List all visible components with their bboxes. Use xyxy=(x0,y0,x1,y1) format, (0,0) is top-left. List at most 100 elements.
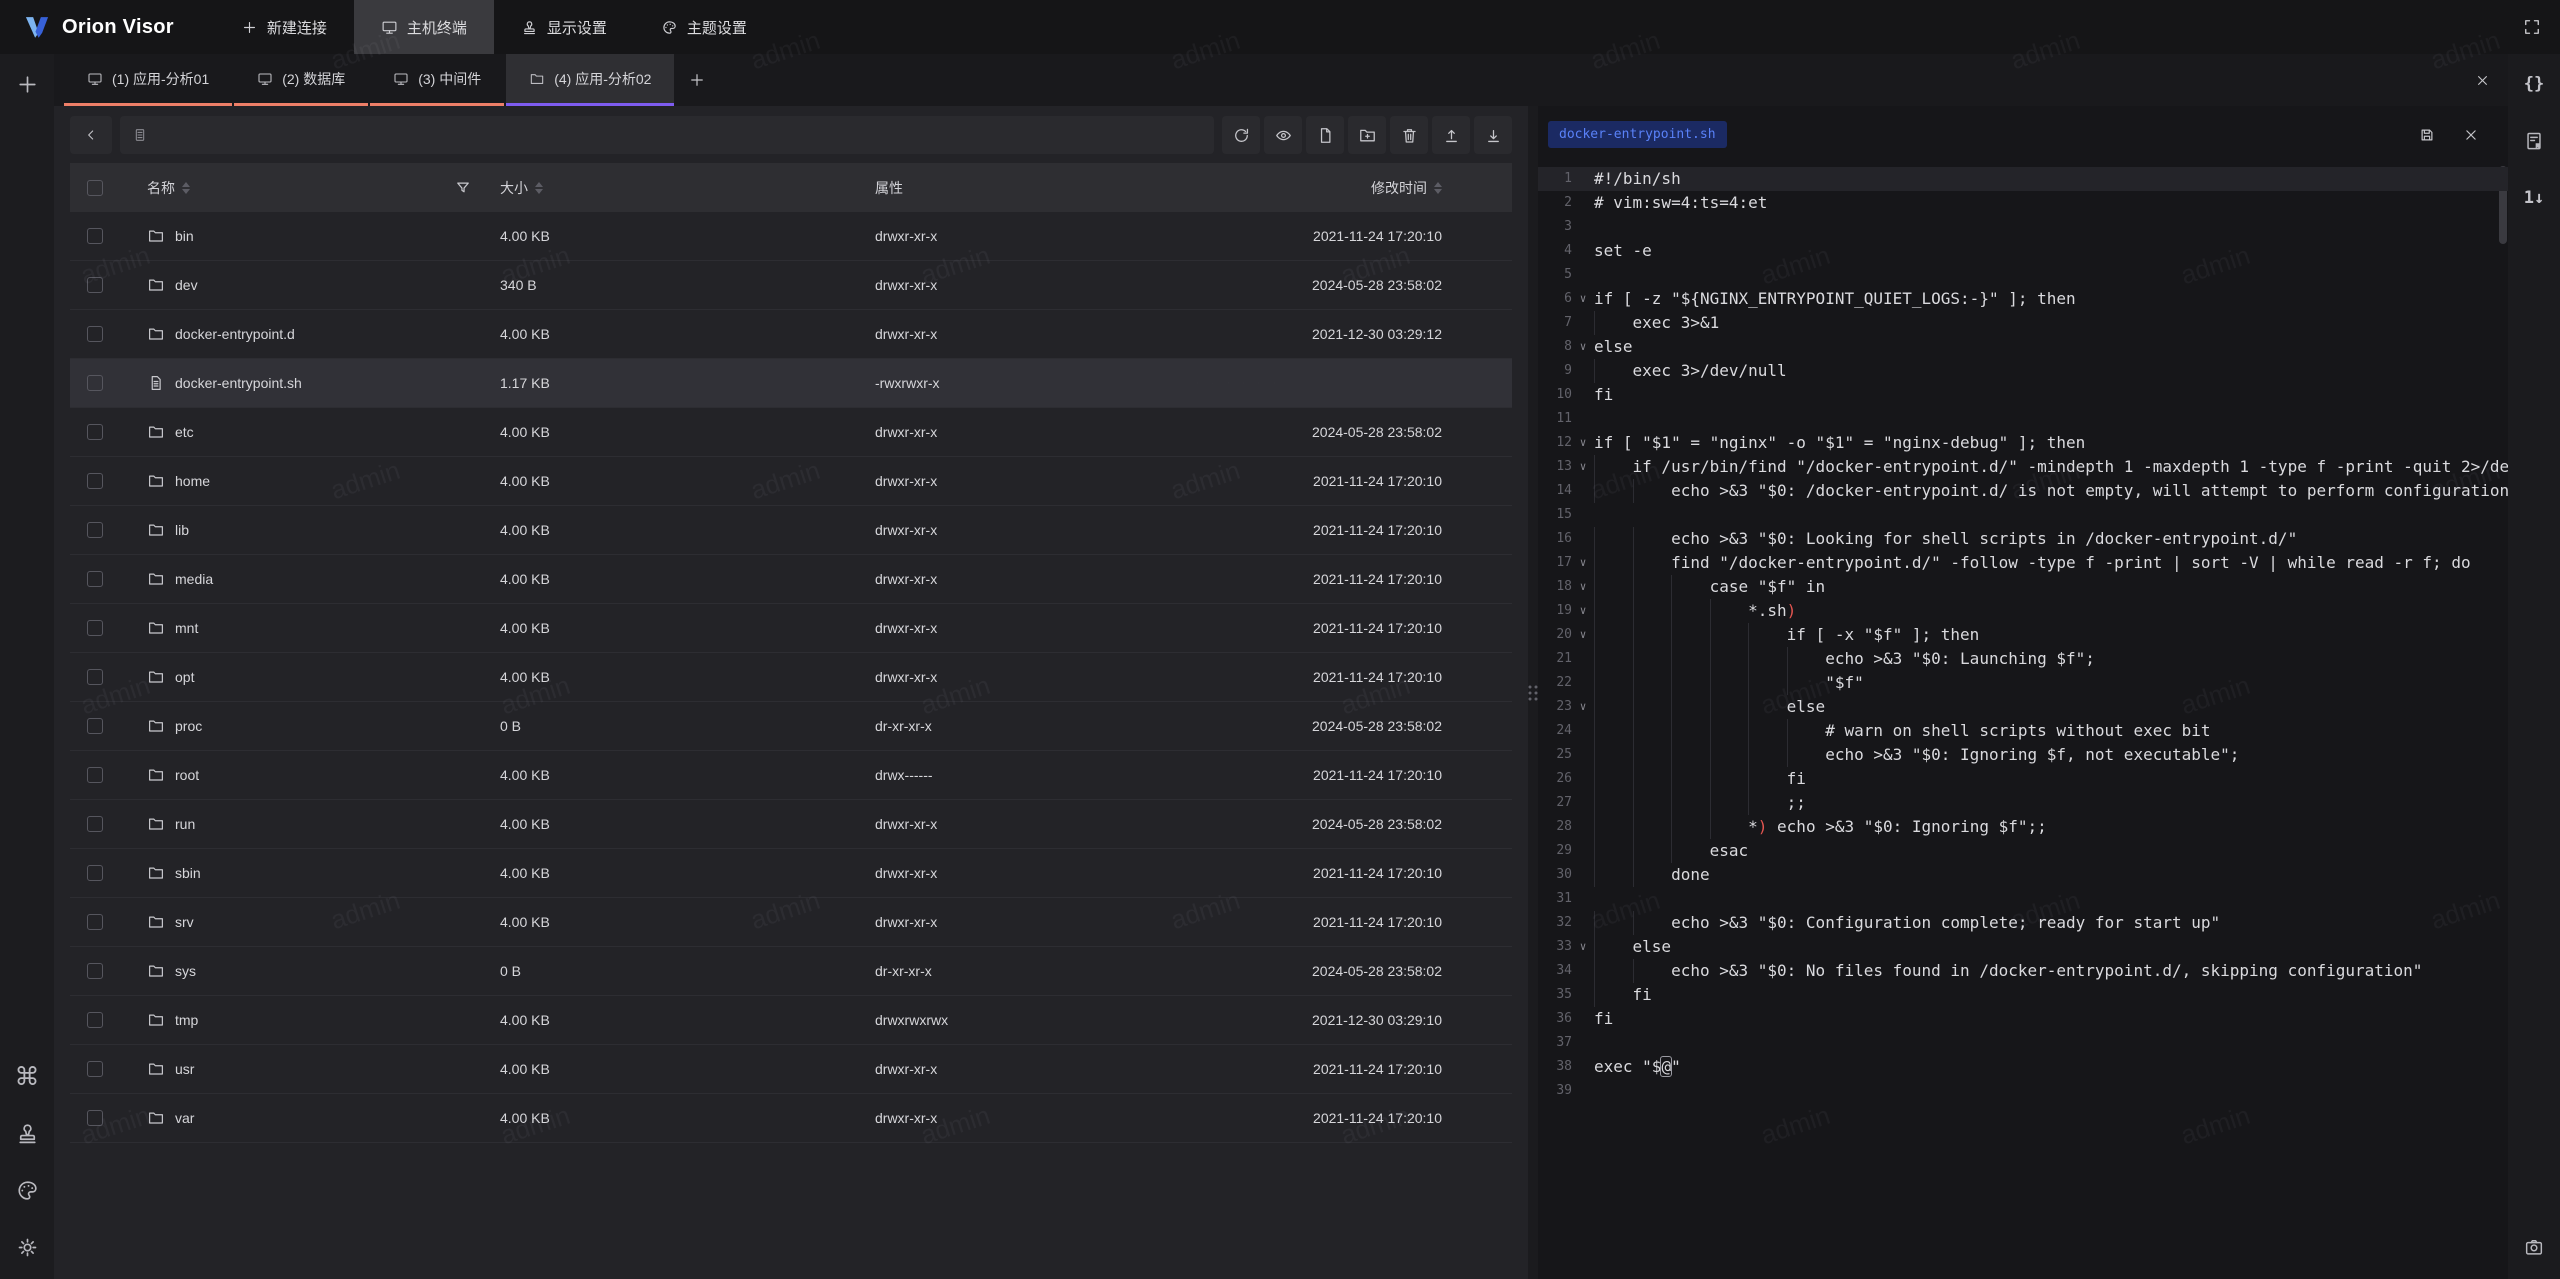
open-file-chip[interactable]: docker-entrypoint.sh xyxy=(1548,121,1727,148)
file-row-media[interactable]: media4.00 KBdrwxr-xr-x2021-11-24 17:20:1… xyxy=(70,555,1512,604)
menu-item-theme-settings[interactable]: 主题设置 xyxy=(634,0,774,54)
row-checkbox[interactable] xyxy=(87,816,103,832)
code-line-10: 10fi xyxy=(1538,383,2508,407)
fold-chevron-icon[interactable]: ∨ xyxy=(1572,551,1594,575)
file-row-run[interactable]: run4.00 KBdrwxr-xr-x2024-05-28 23:58:02 xyxy=(70,800,1512,849)
line-number: 18 xyxy=(1538,575,1572,599)
select-all-checkbox[interactable] xyxy=(87,180,103,196)
menu-item-new-connection[interactable]: 新建连接 xyxy=(214,0,354,54)
new-tab-button[interactable] xyxy=(10,67,44,101)
row-checkbox[interactable] xyxy=(87,914,103,930)
file-row-usr[interactable]: usr4.00 KBdrwxr-xr-x2021-11-24 17:20:10 xyxy=(70,1045,1512,1094)
row-checkbox[interactable] xyxy=(87,1012,103,1028)
row-checkbox[interactable] xyxy=(87,767,103,783)
terminal-tab-4[interactable]: (4) 应用-分析02 xyxy=(506,54,674,106)
file-mtime: 2024-05-28 23:58:02 xyxy=(1197,277,1512,293)
back-button[interactable] xyxy=(70,116,112,154)
code-text: else xyxy=(1594,335,2508,359)
row-checkbox[interactable] xyxy=(87,424,103,440)
file-row-bin[interactable]: bin4.00 KBdrwxr-xr-x2021-11-24 17:20:10 xyxy=(70,212,1512,261)
row-checkbox[interactable] xyxy=(87,865,103,881)
file-row-mnt[interactable]: mnt4.00 KBdrwxr-xr-x2021-11-24 17:20:10 xyxy=(70,604,1512,653)
sort-size-control[interactable] xyxy=(535,182,543,194)
variables-button[interactable]: {} xyxy=(2517,67,2551,101)
fold-chevron-icon[interactable]: ∨ xyxy=(1572,455,1594,479)
orion-visor-logo-icon xyxy=(22,13,52,41)
row-checkbox[interactable] xyxy=(87,620,103,636)
terminal-tab-2[interactable]: (2) 数据库 xyxy=(234,54,368,106)
file-row-lib[interactable]: lib4.00 KBdrwxr-xr-x2021-11-24 17:20:10 xyxy=(70,506,1512,555)
file-attr: drwxr-xr-x xyxy=(870,228,1197,244)
terminal-tab-3[interactable]: (3) 中间件 xyxy=(370,54,504,106)
new-folder-button[interactable] xyxy=(1348,116,1386,154)
settings-button[interactable] xyxy=(10,1230,44,1264)
file-row-sys[interactable]: sys0 Bdr-xr-xr-x2024-05-28 23:58:02 xyxy=(70,947,1512,996)
folder-icon xyxy=(147,1109,165,1127)
fullscreen-button[interactable] xyxy=(2504,0,2560,54)
file-row-home[interactable]: home4.00 KBdrwxr-xr-x2021-11-24 17:20:10 xyxy=(70,457,1512,506)
upload-button[interactable] xyxy=(1432,116,1470,154)
sort-name-control[interactable] xyxy=(182,182,190,194)
file-size: 4.00 KB xyxy=(490,522,870,538)
close-tabs-button[interactable] xyxy=(2456,54,2508,106)
row-checkbox[interactable] xyxy=(87,669,103,685)
sort-mtime-control[interactable] xyxy=(1434,182,1442,194)
line-number: 19 xyxy=(1538,599,1572,623)
fold-chevron-icon[interactable]: ∨ xyxy=(1572,431,1594,455)
row-checkbox[interactable] xyxy=(87,375,103,391)
fold-chevron-icon[interactable]: ∨ xyxy=(1572,287,1594,311)
file-row-var[interactable]: var4.00 KBdrwxr-xr-x2021-11-24 17:20:10 xyxy=(70,1094,1512,1143)
path-input[interactable] xyxy=(120,116,1214,154)
save-file-button[interactable] xyxy=(2410,118,2444,152)
fold-chevron-icon[interactable]: ∨ xyxy=(1572,575,1594,599)
row-checkbox[interactable] xyxy=(87,1061,103,1077)
file-row-docker-entrypoint.d[interactable]: docker-entrypoint.d4.00 KBdrwxr-xr-x2021… xyxy=(70,310,1512,359)
file-row-root[interactable]: root4.00 KBdrwx------2021-11-24 17:20:10 xyxy=(70,751,1512,800)
menu-item-display-settings[interactable]: 显示设置 xyxy=(494,0,634,54)
menu-item-host-terminal[interactable]: 主机终端 xyxy=(354,0,494,54)
file-row-srv[interactable]: srv4.00 KBdrwxr-xr-x2021-11-24 17:20:10 xyxy=(70,898,1512,947)
row-checkbox[interactable] xyxy=(87,473,103,489)
close-editor-button[interactable] xyxy=(2454,118,2488,152)
sort-lines-button[interactable]: 1↓ xyxy=(2517,181,2551,215)
row-checkbox[interactable] xyxy=(87,963,103,979)
fold-chevron-icon[interactable]: ∨ xyxy=(1572,335,1594,359)
file-row-opt[interactable]: opt4.00 KBdrwxr-xr-x2021-11-24 17:20:10 xyxy=(70,653,1512,702)
row-checkbox[interactable] xyxy=(87,718,103,734)
screenshot-button[interactable] xyxy=(2517,1230,2551,1264)
theme-settings-button[interactable] xyxy=(10,1173,44,1207)
code-text: fi xyxy=(1594,383,2508,407)
row-checkbox[interactable] xyxy=(87,1110,103,1126)
row-checkbox[interactable] xyxy=(87,228,103,244)
code-editor[interactable]: 1#!/bin/sh2# vim:sw=4:ts=4:et34set -e56∨… xyxy=(1538,163,2508,1279)
delete-button[interactable] xyxy=(1390,116,1428,154)
fold-chevron-icon[interactable]: ∨ xyxy=(1572,623,1594,647)
snippets-button[interactable] xyxy=(2517,124,2551,158)
file-row-tmp[interactable]: tmp4.00 KBdrwxrwxrwx2021-12-30 03:29:10 xyxy=(70,996,1512,1045)
refresh-button[interactable] xyxy=(1222,116,1260,154)
add-tab-button[interactable] xyxy=(674,54,720,106)
fold-chevron-icon[interactable]: ∨ xyxy=(1572,935,1594,959)
file-row-sbin[interactable]: sbin4.00 KBdrwxr-xr-x2021-11-24 17:20:10 xyxy=(70,849,1512,898)
display-settings-button[interactable] xyxy=(10,1116,44,1150)
file-row-etc[interactable]: etc4.00 KBdrwxr-xr-x2024-05-28 23:58:02 xyxy=(70,408,1512,457)
new-file-button[interactable] xyxy=(1306,116,1344,154)
terminal-tab-1[interactable]: (1) 应用-分析01 xyxy=(64,54,232,106)
fold-gutter xyxy=(1572,359,1594,383)
preview-button[interactable] xyxy=(1264,116,1302,154)
filter-icon[interactable] xyxy=(454,179,472,197)
download-button[interactable] xyxy=(1474,116,1512,154)
row-checkbox[interactable] xyxy=(87,277,103,293)
row-checkbox[interactable] xyxy=(87,522,103,538)
line-number: 25 xyxy=(1538,743,1572,767)
line-number: 7 xyxy=(1538,311,1572,335)
fold-chevron-icon[interactable]: ∨ xyxy=(1572,599,1594,623)
row-checkbox[interactable] xyxy=(87,326,103,342)
file-row-docker-entrypoint.sh[interactable]: docker-entrypoint.sh1.17 KB-rwxrwxr-x xyxy=(70,359,1512,408)
row-checkbox[interactable] xyxy=(87,571,103,587)
fold-chevron-icon[interactable]: ∨ xyxy=(1572,695,1594,719)
panel-splitter[interactable] xyxy=(1528,106,1538,1279)
file-row-proc[interactable]: proc0 Bdr-xr-xr-x2024-05-28 23:58:02 xyxy=(70,702,1512,751)
commands-button[interactable]: ⌘ xyxy=(10,1059,44,1093)
file-row-dev[interactable]: dev340 Bdrwxr-xr-x2024-05-28 23:58:02 xyxy=(70,261,1512,310)
